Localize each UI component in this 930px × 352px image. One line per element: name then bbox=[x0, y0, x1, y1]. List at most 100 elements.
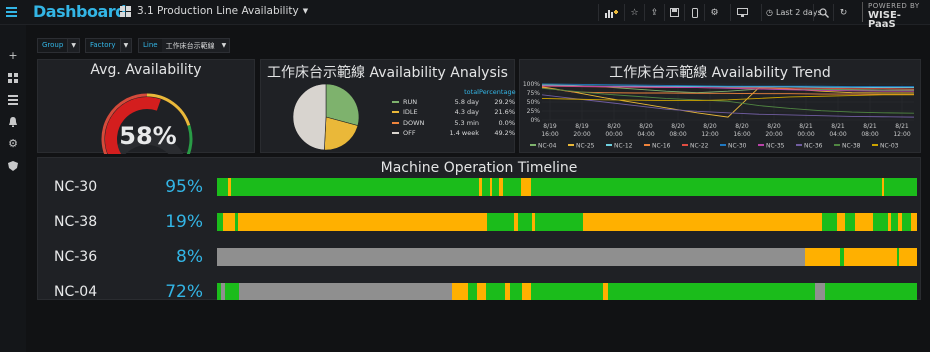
timeline-segment-run[interactable] bbox=[509, 283, 523, 301]
legend-row-run[interactable]: RUN 5.8 day 29.2% bbox=[392, 97, 515, 107]
gauge-value: 58% bbox=[119, 122, 177, 150]
timeline-segment-run[interactable] bbox=[217, 178, 229, 196]
series-legend-label[interactable]: NC-12 bbox=[614, 143, 633, 150]
bell-icon[interactable] bbox=[8, 117, 18, 127]
timeline-segment-run[interactable] bbox=[503, 178, 521, 196]
share-button[interactable]: ⇪ bbox=[644, 4, 664, 21]
series-legend-label[interactable]: NC-38 bbox=[842, 143, 861, 150]
timeline-segment-run[interactable] bbox=[492, 178, 500, 196]
add-panel-button[interactable] bbox=[598, 4, 624, 21]
timeline-segment-run[interactable] bbox=[230, 178, 479, 196]
line-variable[interactable]: Line 工作床台示範線 ▼ bbox=[138, 38, 231, 53]
timeline-segment-idle[interactable] bbox=[836, 213, 846, 231]
series-legend-label[interactable]: NC-35 bbox=[766, 143, 785, 150]
factory-variable-label: Factory bbox=[86, 39, 120, 52]
y-tick-label: 100% bbox=[523, 81, 540, 88]
x-tick-time: 00:00 bbox=[605, 131, 622, 138]
timeline-segment-run[interactable] bbox=[531, 283, 603, 301]
timeline-segment-idle[interactable] bbox=[452, 283, 468, 301]
timeline-segment-idle[interactable] bbox=[805, 248, 840, 266]
settings-button[interactable]: ⚙ bbox=[704, 4, 724, 21]
machine-timeline-bar[interactable] bbox=[217, 178, 917, 196]
timeline-segment-run[interactable] bbox=[821, 213, 837, 231]
legend-row-down[interactable]: DOWN 5.3 min 0.0% bbox=[392, 118, 515, 128]
star-button[interactable]: ☆ bbox=[624, 4, 644, 21]
timeline-segment-off[interactable] bbox=[815, 283, 826, 301]
timeline-segment-run[interactable] bbox=[481, 178, 490, 196]
timeline-segment-run[interactable] bbox=[884, 178, 917, 196]
legend-swatch bbox=[872, 144, 878, 146]
timeline-segment-idle[interactable] bbox=[520, 178, 531, 196]
timeline-segment-run[interactable] bbox=[825, 283, 917, 301]
x-tick-date: 8/20 bbox=[639, 123, 653, 130]
timeline-segment-run[interactable] bbox=[467, 283, 477, 301]
legend-total: 4.3 day bbox=[454, 108, 479, 117]
y-tick-label: 0% bbox=[530, 117, 540, 124]
machine-timeline-bar[interactable] bbox=[217, 213, 917, 231]
timeline-segment-run[interactable] bbox=[530, 178, 882, 196]
timeline-segment-run[interactable] bbox=[873, 213, 888, 231]
dashboards-icon[interactable] bbox=[8, 73, 18, 83]
series-legend-label[interactable]: NC-25 bbox=[576, 143, 595, 150]
timeline-segment-idle[interactable] bbox=[522, 283, 532, 301]
legend-name: RUN bbox=[403, 98, 418, 107]
timeline-segment-idle[interactable] bbox=[476, 283, 486, 301]
factory-variable[interactable]: Factory ▼ bbox=[85, 38, 133, 53]
timeline-segment-idle[interactable] bbox=[223, 213, 236, 231]
timeline-segment-run[interactable] bbox=[608, 283, 816, 301]
timeline-segment-idle[interactable] bbox=[843, 248, 897, 266]
clock-icon: ◷ bbox=[766, 8, 773, 17]
timeline-segment-off[interactable] bbox=[238, 283, 453, 301]
legend-swatch bbox=[392, 121, 399, 124]
list-icon[interactable] bbox=[8, 95, 18, 105]
series-line-nc-03 bbox=[541, 94, 914, 102]
group-variable[interactable]: Group ▼ bbox=[37, 38, 80, 53]
zoom-out-button[interactable] bbox=[813, 4, 833, 21]
machine-availability: 95% bbox=[165, 177, 203, 197]
timeline-segment-idle[interactable] bbox=[898, 248, 917, 266]
timeline-segment-run[interactable] bbox=[486, 213, 515, 231]
series-legend-label[interactable]: NC-36 bbox=[804, 143, 823, 150]
line-variable-value: 工作床台示範線 bbox=[165, 41, 215, 50]
legend-row-idle[interactable]: IDLE 4.3 day 21.6% bbox=[392, 107, 515, 117]
monitor-icon bbox=[737, 8, 748, 17]
series-legend-label[interactable]: NC-03 bbox=[880, 143, 899, 150]
timeline-segment-idle[interactable] bbox=[855, 213, 874, 231]
series-legend-label[interactable]: NC-30 bbox=[728, 143, 747, 150]
machine-timeline-bar[interactable] bbox=[217, 248, 917, 266]
dashboard-root: Dashboard 3.1 Production Line Availabili… bbox=[0, 0, 930, 352]
x-tick-time: 04:00 bbox=[637, 131, 654, 138]
timeline-segment-run[interactable] bbox=[518, 213, 532, 231]
series-legend-label[interactable]: NC-04 bbox=[538, 143, 557, 150]
timeline-segment-run[interactable] bbox=[224, 283, 239, 301]
app-logo[interactable]: Dashboard bbox=[33, 2, 127, 21]
series-legend-label[interactable]: NC-16 bbox=[652, 143, 671, 150]
series-legend-label[interactable]: NC-22 bbox=[690, 143, 709, 150]
timeline-segment-run[interactable] bbox=[845, 213, 856, 231]
legend-row-off[interactable]: OFF 1.4 week 49.2% bbox=[392, 128, 515, 138]
dashboard-picker[interactable]: 3.1 Production Line Availability ▼ bbox=[120, 5, 308, 17]
machine-timeline-bar[interactable] bbox=[217, 283, 917, 301]
timeline-segment-idle[interactable] bbox=[910, 213, 917, 231]
timeline-segment-run[interactable] bbox=[534, 213, 583, 231]
timeline-segment-idle[interactable] bbox=[238, 213, 487, 231]
timeline-segment-run[interactable] bbox=[902, 213, 911, 231]
pie-slice-off[interactable] bbox=[292, 83, 327, 151]
refresh-button[interactable]: ↻ bbox=[833, 4, 853, 21]
timeline-segment-run[interactable] bbox=[890, 213, 898, 231]
x-tick-date: 8/20 bbox=[703, 123, 717, 130]
menu-icon[interactable] bbox=[6, 7, 17, 18]
shield-icon[interactable] bbox=[8, 161, 18, 171]
gear-icon[interactable]: ⚙ bbox=[8, 138, 18, 149]
timeline-segment-off[interactable] bbox=[217, 248, 805, 266]
mobile-button[interactable] bbox=[684, 4, 704, 21]
tv-mode-button[interactable] bbox=[730, 4, 754, 21]
legend-total: 1.4 week bbox=[449, 128, 479, 137]
timeline-segment-run[interactable] bbox=[485, 283, 505, 301]
timeline-segment-idle[interactable] bbox=[582, 213, 822, 231]
machine-name: NC-30 bbox=[54, 179, 98, 195]
x-tick-date: 8/20 bbox=[767, 123, 781, 130]
brand-label: WISE-PaaS bbox=[868, 10, 901, 30]
save-button[interactable] bbox=[664, 4, 684, 21]
plus-icon[interactable]: + bbox=[8, 50, 18, 61]
